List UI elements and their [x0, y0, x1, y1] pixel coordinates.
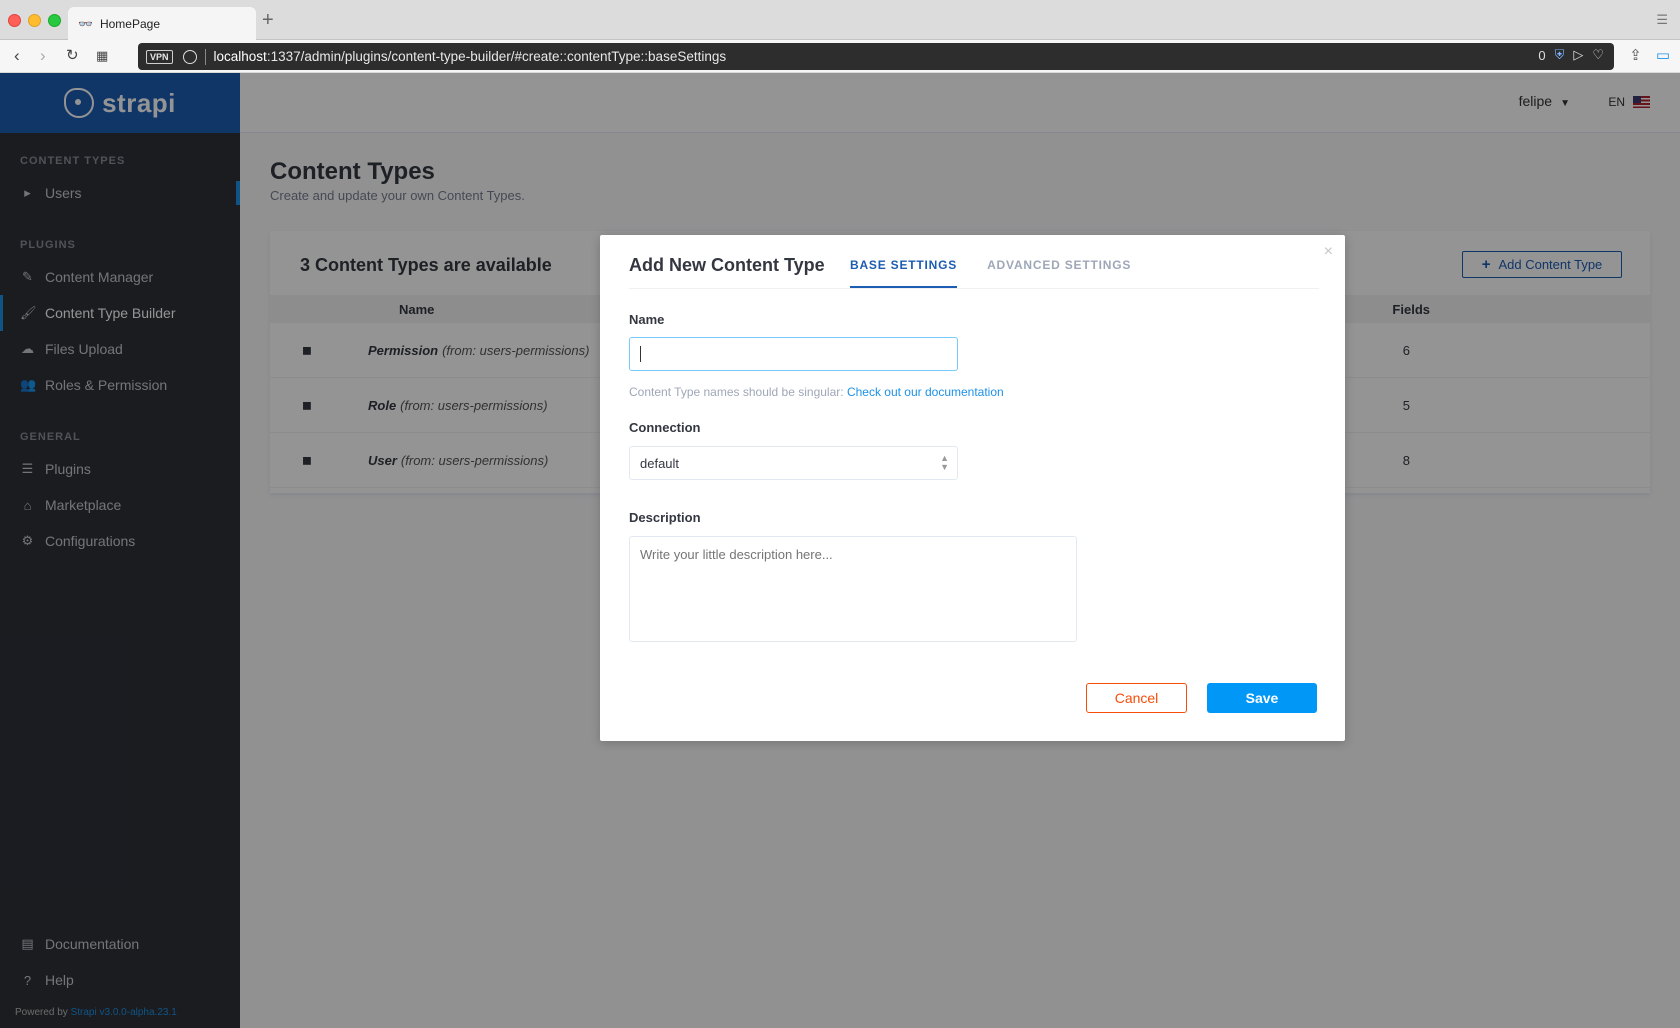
incognito-icon: 👓	[78, 16, 93, 31]
shield-icon[interactable]: ⛨	[1555, 47, 1565, 63]
speed-dial-icon[interactable]: ▦	[96, 45, 108, 67]
text-cursor	[640, 346, 641, 362]
name-input[interactable]	[629, 337, 958, 371]
vpn-badge[interactable]: VPN	[146, 49, 173, 64]
cancel-button[interactable]: Cancel	[1086, 683, 1187, 713]
modal-tabs: BASE SETTINGS ADVANCED SETTINGS	[850, 258, 1131, 288]
forward-icon[interactable]: ›	[40, 45, 46, 67]
minimize-window-button[interactable]	[28, 14, 41, 27]
url-text[interactable]: localhost:1337/admin/plugins/content-typ…	[214, 49, 727, 64]
connection-select[interactable]: default ▲ ▼	[629, 446, 958, 480]
heart-icon[interactable]: ♡	[1592, 47, 1604, 63]
send-icon[interactable]: ▷	[1573, 47, 1583, 63]
back-icon[interactable]: ‹	[14, 45, 20, 67]
connection-label: Connection	[629, 420, 701, 435]
name-label: Name	[629, 312, 665, 327]
tab-menu-icon[interactable]: ☰	[1656, 12, 1668, 28]
description-label: Description	[629, 510, 701, 525]
save-button[interactable]: Save	[1207, 683, 1317, 713]
name-hint: Content Type names should be singular: C…	[629, 385, 1004, 399]
close-icon[interactable]: ×	[1324, 243, 1333, 261]
modal-title: Add New Content Type	[629, 255, 825, 275]
browser-tabbar: 👓 HomePage + ☰	[0, 0, 1680, 40]
badge-count: 0	[1538, 47, 1546, 63]
share-icon[interactable]: ⇪	[1629, 46, 1642, 64]
close-window-button[interactable]	[8, 14, 21, 27]
battery-icon: ▭	[1655, 47, 1670, 64]
address-bar[interactable]: VPN localhost:1337/admin/plugins/content…	[138, 43, 1614, 70]
select-arrows-icon: ▲ ▼	[940, 453, 949, 472]
browser-tab[interactable]: 👓 HomePage	[68, 7, 256, 40]
add-content-type-modal: Add New Content Type BASE SETTINGS ADVAN…	[600, 235, 1345, 741]
documentation-link[interactable]: Check out our documentation	[847, 385, 1004, 399]
maximize-window-button[interactable]	[48, 14, 61, 27]
tab-base-settings[interactable]: BASE SETTINGS	[850, 258, 958, 288]
tab-title: HomePage	[99, 16, 160, 31]
browser-navbar: ‹ › ↻ ▦ VPN localhost:1337/admin/plugins…	[0, 40, 1680, 73]
reload-icon[interactable]: ↻	[66, 45, 79, 67]
tab-advanced-settings[interactable]: ADVANCED SETTINGS	[987, 258, 1131, 288]
description-textarea[interactable]	[629, 536, 1077, 642]
new-tab-button[interactable]: +	[262, 8, 274, 32]
globe-icon	[182, 49, 197, 64]
